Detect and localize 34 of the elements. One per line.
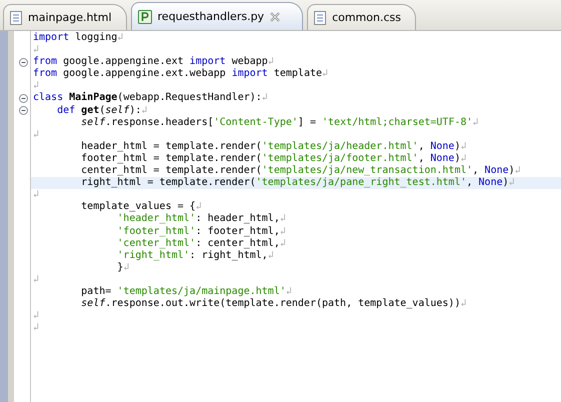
code-line: import logging↲ [32,32,124,44]
file-icon [314,10,326,24]
code-line: 'header_html': header_html,↲ [116,213,287,226]
code-line: template_values = {↲ [80,201,203,213]
code-line: ↲ [32,44,40,56]
code-line: from google.appengine.ext.webapp import template↲ [32,68,330,80]
code-line: self.response.out.write(template.render(path, template_values))↲ [80,298,468,310]
code-line: ↲ [32,128,40,141]
code-line: 'right_html': right_html,↲ [116,250,275,262]
fold-toggle-icon[interactable] [19,58,28,67]
code-line: from google.appengine.ext import webapp↲ [32,56,275,68]
code-line: ↲ [32,310,40,322]
editor-tab[interactable]: requesthandlers.py [130,2,304,30]
code-line: ↲ [32,189,40,202]
code-line: path= 'templates/ja/mainpage.html'↲ [80,286,293,298]
close-icon[interactable] [270,12,280,22]
editor-tab[interactable]: mainpage.html [3,4,127,30]
code-line: 'center_html': center_html,↲ [116,238,287,250]
code-line: footer_html = template.render('templates/ja/footer.html', None)↲ [80,152,468,165]
code-line: ↲ [32,80,40,92]
code-line: ↲ [32,322,40,334]
editor-tab[interactable]: common.css [307,4,416,30]
code-line: header_html = template.render('templates/ja/header.html', None)↲ [80,140,468,153]
file-icon [10,10,22,24]
code-line: ↲ [32,274,40,286]
fold-toggle-icon[interactable] [19,106,28,116]
code-line: center_html = template.render('templates/ja/new_transaction.html', None)↲ [80,165,522,177]
python-file-icon [138,10,152,24]
code-line: self.response.headers['Content-Type'] = 'text/html;charset=UTF-8'↲ [80,116,480,129]
code-line: 'footer_html': footer_html,↲ [116,226,287,238]
fold-toggle-icon[interactable] [19,94,28,104]
code-line: def get(self):↲ [56,104,148,117]
code-line: }↲ [116,262,130,274]
code-line: class MainPage(webapp.RequestHandler):↲ [32,92,269,105]
